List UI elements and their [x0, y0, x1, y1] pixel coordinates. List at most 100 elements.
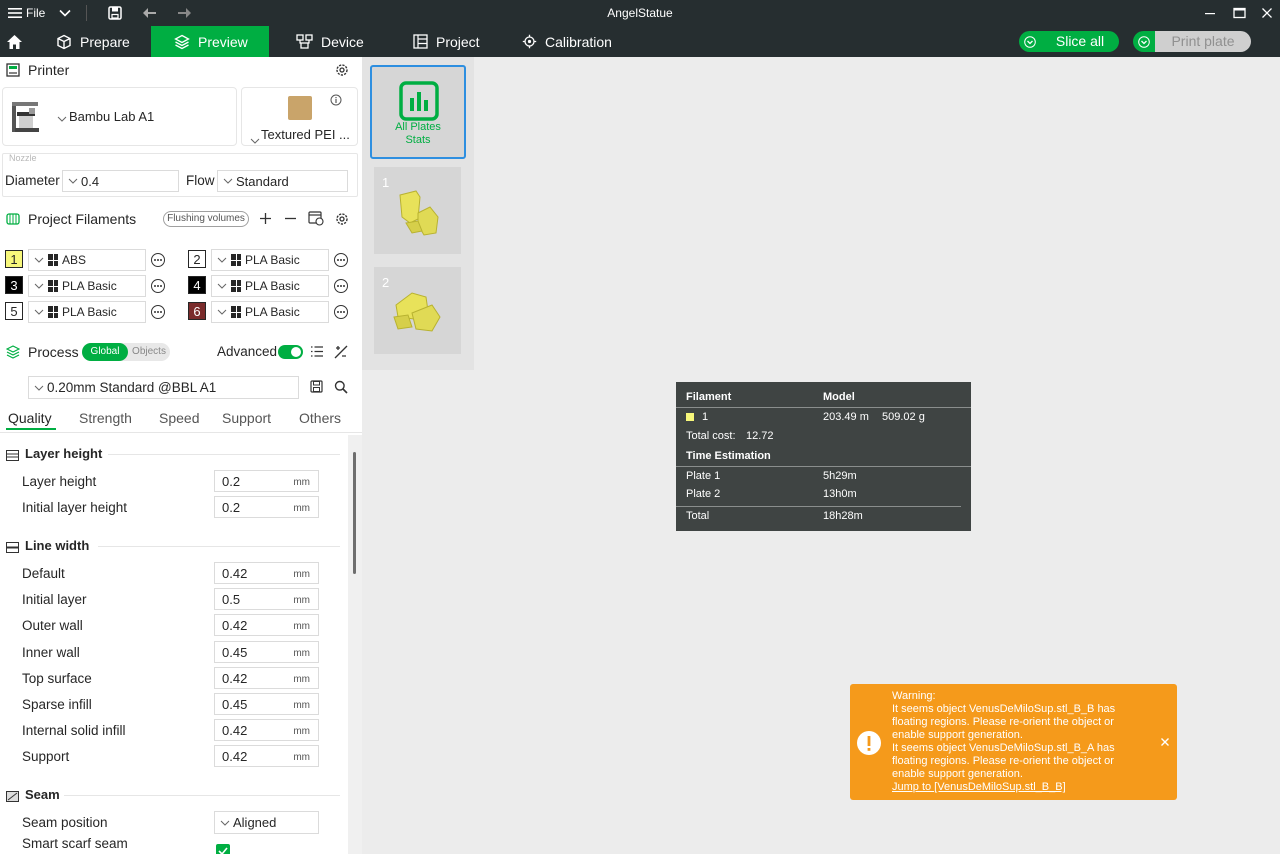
setting-input[interactable]: 0.2 mm — [214, 496, 319, 519]
tab-calibration[interactable]: Calibration — [510, 26, 630, 57]
setting-unit: mm — [293, 569, 310, 580]
filament-more-options-icon[interactable] — [334, 305, 348, 319]
redo-icon[interactable] — [176, 0, 192, 26]
filament-select[interactable]: PLA Basic — [28, 275, 146, 297]
diameter-select[interactable]: 0.4 — [62, 170, 179, 192]
scope-global[interactable]: Global — [82, 343, 128, 361]
scope-objects[interactable]: Objects — [129, 343, 169, 361]
seam-position-label: Seam position — [22, 815, 108, 830]
slice-all-button[interactable]: Slice all — [1019, 31, 1119, 52]
filament-slot-number[interactable]: 5 — [5, 302, 23, 320]
add-filament-icon[interactable] — [259, 212, 272, 225]
filament-more-options-icon[interactable] — [151, 253, 165, 267]
filament-spool-icon — [231, 254, 241, 266]
tab-strength[interactable]: Strength — [79, 410, 132, 426]
filament-select[interactable]: PLA Basic — [28, 301, 146, 323]
main-nav: Prepare Preview Device Project Calibrati… — [0, 26, 1280, 57]
filament-select[interactable]: PLA Basic — [211, 249, 329, 271]
hamburger-icon — [8, 7, 22, 19]
menu-chevron-down-icon[interactable] — [59, 0, 71, 26]
setting-input[interactable]: 0.2 mm — [214, 470, 319, 492]
process-scope-toggle[interactable]: Global Objects — [82, 343, 170, 361]
settings-scrollbar-thumb[interactable] — [353, 452, 356, 574]
filament-settings-gear-icon[interactable] — [334, 211, 350, 227]
all-plates-stats-button[interactable]: All Plates Stats — [370, 65, 466, 159]
plate-2-label: Plate 2 — [686, 488, 721, 500]
setting-input[interactable]: 0.45 mm — [214, 640, 319, 663]
minimize-icon[interactable] — [1204, 0, 1216, 26]
home-button[interactable] — [0, 26, 38, 57]
close-icon[interactable] — [1261, 0, 1273, 26]
remove-filament-icon[interactable] — [284, 212, 297, 225]
plate-2-model-preview — [393, 292, 441, 332]
plate-thumbnail-2[interactable]: 2 — [374, 267, 461, 354]
filament-select[interactable]: PLA Basic — [211, 275, 329, 297]
file-menu[interactable]: File — [8, 0, 45, 26]
printer-select-card[interactable]: Bambu Lab A1 — [2, 87, 237, 146]
save-icon[interactable] — [108, 0, 122, 26]
seam-chevron-down-icon — [218, 820, 232, 826]
print-dropdown-chevron-icon[interactable] — [1133, 31, 1155, 52]
setting-input[interactable]: 0.42 mm — [214, 666, 319, 689]
filament-more-options-icon[interactable] — [334, 253, 348, 267]
jump-to-object-link[interactable]: Jump to [VenusDeMiloSup.stl_B_B] — [892, 781, 1152, 794]
search-icon[interactable] — [334, 380, 348, 394]
tab-support[interactable]: Support — [222, 410, 271, 426]
undo-icon[interactable] — [142, 0, 158, 26]
setting-value: 0.42 — [222, 566, 248, 581]
process-preset-select[interactable]: 0.20mm Standard @BBL A1 — [28, 376, 299, 399]
filament-more-options-icon[interactable] — [151, 305, 165, 319]
printer-section-header: Printer — [0, 57, 362, 83]
setting-input[interactable]: 0.42 mm — [214, 562, 319, 584]
flushing-volumes-button[interactable]: Flushing volumes — [163, 211, 249, 227]
filament-slot-number[interactable]: 6 — [188, 302, 206, 320]
filament-select[interactable]: ABS — [28, 249, 146, 271]
plate-1-model-preview — [399, 190, 439, 236]
tab-quality-underline — [6, 428, 56, 430]
setting-input[interactable]: 0.45 mm — [214, 693, 319, 715]
setting-input[interactable]: 0.42 mm — [214, 745, 319, 768]
tab-quality[interactable]: Quality — [8, 410, 52, 426]
titlebar-divider — [86, 5, 87, 21]
seam-position-select[interactable]: Aligned — [214, 811, 319, 834]
advanced-toggle[interactable] — [278, 345, 303, 359]
compare-presets-icon[interactable] — [334, 345, 348, 359]
plate-type-card[interactable]: Textured PEI ... — [241, 87, 358, 146]
filament-slot-number[interactable]: 2 — [188, 250, 206, 268]
tab-others[interactable]: Others — [299, 410, 341, 426]
filament-slot-number[interactable]: 1 — [5, 250, 23, 268]
flow-select[interactable]: Standard — [217, 170, 348, 192]
tab-preview[interactable]: Preview — [151, 26, 269, 57]
tab-prepare[interactable]: Prepare — [44, 26, 150, 57]
print-plate-button[interactable]: Print plate — [1133, 31, 1251, 52]
plate-thumbnail-1[interactable]: 1 — [374, 167, 461, 254]
list-view-icon[interactable] — [310, 345, 324, 358]
filament-sync-icon[interactable] — [308, 211, 324, 226]
tab-speed[interactable]: Speed — [159, 410, 199, 426]
filament-chevron-down-icon — [32, 309, 46, 315]
tab-project[interactable]: Project — [401, 26, 507, 57]
setting-input[interactable]: 0.5 mm — [214, 588, 319, 611]
filament-color-swatch — [686, 413, 694, 421]
line-width-group-icon — [6, 541, 19, 553]
filament-more-options-icon[interactable] — [334, 279, 348, 293]
filament-select[interactable]: PLA Basic — [211, 301, 329, 323]
save-preset-icon[interactable] — [310, 380, 323, 393]
smart-scarf-checkbox[interactable] — [216, 844, 230, 854]
printer-settings-gear-icon[interactable] — [334, 62, 350, 78]
setting-input[interactable]: 0.42 mm — [214, 719, 319, 742]
filament-slot-number[interactable]: 3 — [5, 276, 23, 294]
plate-info-icon[interactable] — [330, 94, 342, 109]
seam-group-icon — [6, 790, 19, 802]
warning-icon — [856, 730, 882, 759]
setting-label: Initial layer — [22, 592, 87, 608]
maximize-icon[interactable] — [1233, 0, 1246, 26]
filament-slot-number[interactable]: 4 — [188, 276, 206, 294]
setting-input[interactable]: 0.42 mm — [214, 614, 319, 637]
slice-dropdown-chevron-icon[interactable] — [1019, 31, 1041, 52]
warning-line: enable support generation. — [892, 729, 1023, 741]
tab-device[interactable]: Device — [284, 26, 390, 57]
model-header: Model — [823, 391, 855, 403]
filament-more-options-icon[interactable] — [151, 279, 165, 293]
close-warning-icon[interactable] — [1160, 737, 1170, 750]
